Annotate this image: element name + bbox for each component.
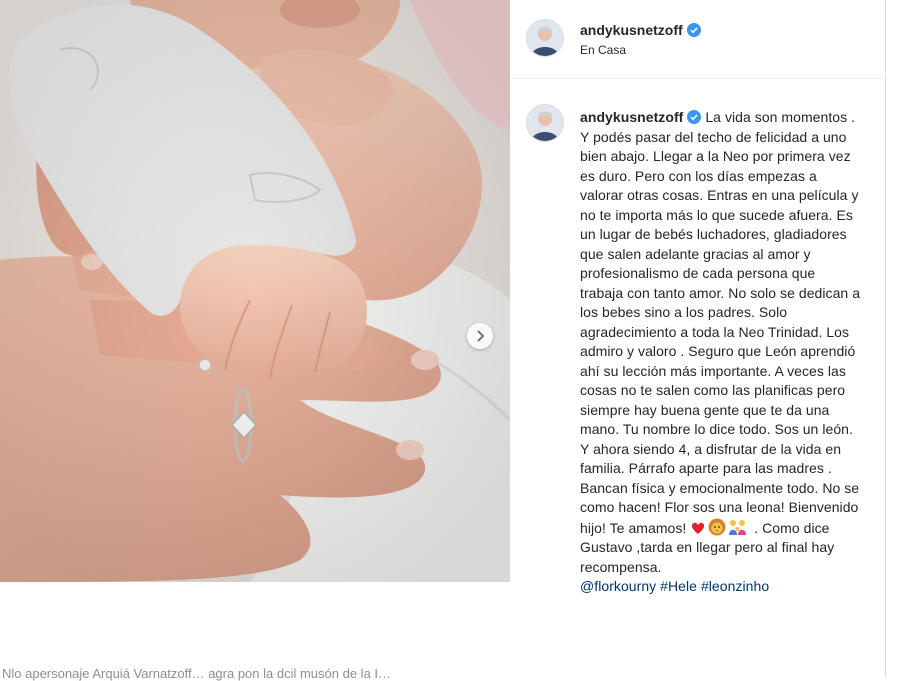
username-link[interactable]: andykusnetzoff bbox=[580, 22, 701, 38]
post-photo[interactable] bbox=[0, 0, 510, 582]
profile-picture bbox=[527, 20, 563, 56]
instagram-post: Nlo apersonaje Arquiá Varnatzoff… agra p… bbox=[0, 0, 886, 681]
caption-avatar[interactable] bbox=[526, 104, 564, 142]
avatar[interactable] bbox=[526, 19, 564, 57]
lion-face-icon bbox=[708, 518, 726, 535]
caption-text: La vida son momentos . Y podés pasar del… bbox=[580, 109, 861, 536]
location-link[interactable]: En Casa bbox=[580, 43, 626, 57]
photo-footer-area bbox=[0, 582, 510, 677]
caption-username[interactable]: andykusnetzoff bbox=[580, 109, 683, 125]
chevron-right-icon bbox=[477, 330, 485, 342]
baby-hand-photo bbox=[0, 0, 510, 582]
family-icon bbox=[729, 519, 747, 535]
post-header: andykusnetzoff En Casa bbox=[511, 0, 884, 79]
verified-badge-icon bbox=[687, 110, 702, 124]
profile-picture bbox=[527, 105, 563, 141]
carousel-next-button[interactable] bbox=[467, 323, 493, 349]
cut-off-text: Nlo apersonaje Arquiá Varnatzoff… agra p… bbox=[2, 666, 392, 681]
post-caption: andykusnetzoff La vida son momentos . Y … bbox=[580, 108, 862, 597]
post-sidebar: andykusnetzoff En Casa andykusnetzoff La… bbox=[511, 0, 884, 677]
red-heart-icon bbox=[692, 522, 705, 534]
caption-hashtags[interactable]: @florkourny #Hele #leonzinho bbox=[580, 578, 769, 594]
verified-badge-icon bbox=[686, 23, 701, 37]
